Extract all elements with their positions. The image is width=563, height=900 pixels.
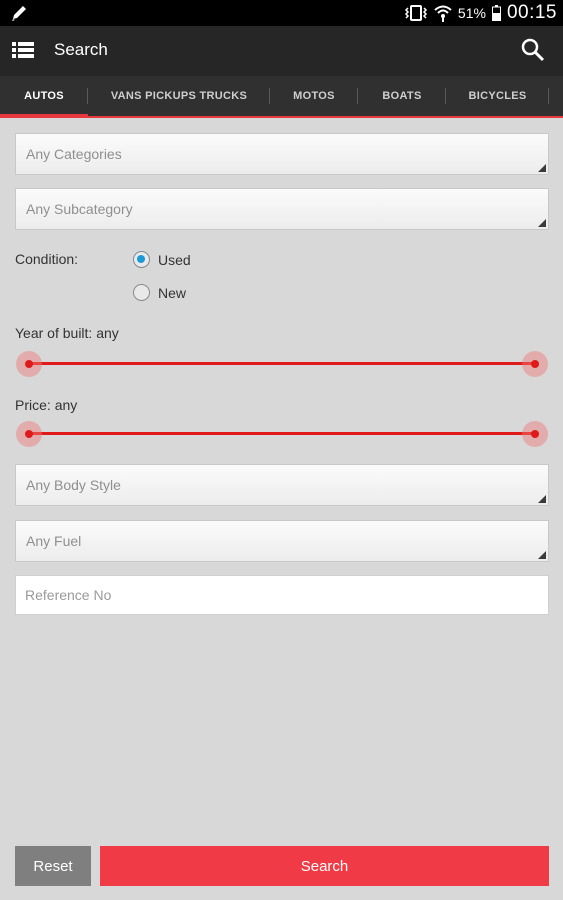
pencil-icon [12, 6, 26, 21]
tab-autos[interactable]: AUTOS [0, 76, 88, 118]
year-range-slider[interactable] [16, 350, 548, 378]
slider-max-handle[interactable] [522, 351, 548, 377]
dropdown-arrow-icon [538, 219, 546, 227]
tab-motos[interactable]: MOTOS [270, 76, 358, 116]
price-label: Price: any [15, 397, 78, 413]
tab-vans-pickups-trucks[interactable]: VANS PICKUPS TRUCKS [88, 76, 270, 116]
reference-input[interactable] [16, 576, 548, 614]
vibrate-icon [404, 5, 427, 21]
slider-track [30, 432, 534, 435]
dropdown-arrow-icon [538, 495, 546, 503]
reference-field [15, 575, 549, 615]
radio-selected-icon [133, 251, 150, 268]
tab-boats[interactable]: BOATS [358, 76, 446, 116]
subcategory-select[interactable]: Any Subcategory [15, 188, 549, 230]
reset-button[interactable]: Reset [15, 846, 91, 886]
year-label: Year of built: any [15, 325, 119, 341]
category-select[interactable]: Any Categories [15, 133, 549, 175]
app-bar: Search [0, 26, 563, 76]
status-bar: 51% 00:15 [0, 0, 563, 26]
slider-max-handle[interactable] [522, 421, 548, 447]
dropdown-arrow-icon [538, 164, 546, 172]
condition-used-radio[interactable]: Used [133, 251, 191, 268]
menu-icon[interactable] [12, 41, 34, 59]
slider-min-handle[interactable] [16, 351, 42, 377]
tab-bicycles[interactable]: BICYCLES [446, 76, 549, 116]
price-value: any [54, 397, 78, 413]
year-value: any [96, 325, 119, 341]
body-style-select[interactable]: Any Body Style [15, 464, 549, 506]
slider-min-handle[interactable] [16, 421, 42, 447]
radio-unselected-icon [133, 284, 150, 301]
price-range-slider[interactable] [16, 420, 548, 448]
condition-label: Condition: [15, 251, 79, 267]
clock: 00:15 [506, 2, 557, 23]
dropdown-arrow-icon [538, 551, 546, 559]
slider-track [30, 362, 534, 365]
category-tabs: AUTOS VANS PICKUPS TRUCKS MOTOS BOATS BI… [0, 76, 563, 118]
battery-percent: 51% [457, 5, 486, 21]
fuel-select[interactable]: Any Fuel [15, 520, 549, 562]
battery-icon [491, 5, 501, 21]
search-button[interactable]: Search [100, 846, 549, 886]
search-icon[interactable] [521, 38, 545, 62]
page-title: Search [54, 40, 108, 59]
wifi-icon [434, 5, 452, 22]
condition-new-radio[interactable]: New [133, 284, 186, 301]
